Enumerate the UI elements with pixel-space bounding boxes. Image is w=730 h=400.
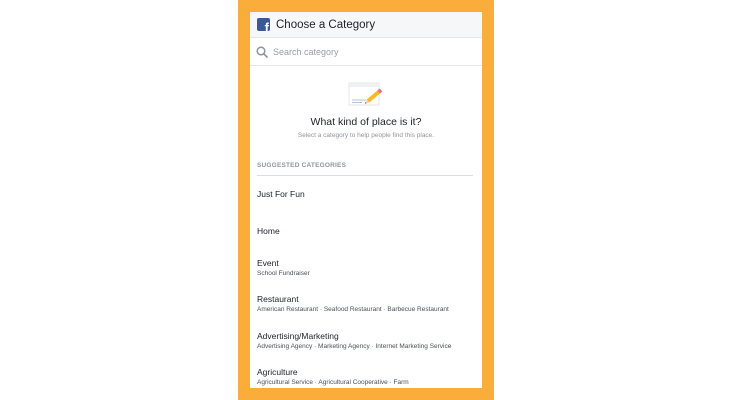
search-icon [256,45,268,58]
divider [257,175,473,176]
category-name: Restaurant [257,294,299,304]
section-label: SUGGESTED CATEGORIES [257,162,347,169]
category-subcategories: American Restaurant · Seafood Restaurant… [257,306,449,313]
category-item-home[interactable]: Home [257,226,475,236]
category-name: Event [257,258,279,268]
category-subcategories: School Fundraiser [257,270,310,277]
phone-screen: f Choose a Category Search category What… [250,12,482,388]
search-input[interactable] [273,46,463,57]
header-title: Choose a Category [276,18,376,31]
category-item-agriculture[interactable]: Agriculture Agricultural Service · Agric… [257,367,475,387]
hero-title: What kind of place is it? [310,116,422,128]
orange-frame: f Choose a Category Search category What… [238,0,494,400]
search-bar[interactable] [250,38,482,66]
category-item-just-for-fun[interactable]: Just For Fun [257,189,475,199]
app-header: f Choose a Category [250,12,482,38]
category-subcategories: Advertising Agency · Marketing Agency · … [257,343,452,350]
notepad-pencil-icon [348,82,383,106]
hero-illustration [250,81,482,112]
category-subcategories: Agricultural Service · Agricultural Coop… [257,379,409,386]
category-name: Advertising/Marketing [257,331,339,341]
category-name: Just For Fun [257,189,305,199]
category-name: Agriculture [257,367,298,377]
category-item-advertising-marketing[interactable]: Advertising/Marketing Advertising Agency… [257,331,475,351]
facebook-logo-glyph: f [264,20,269,31]
category-name: Home [257,226,280,236]
facebook-logo-icon: f [257,18,270,31]
hero-subtitle: Select a category to help people find th… [297,132,435,139]
category-item-restaurant[interactable]: Restaurant American Restaurant · Seafood… [257,294,475,314]
category-item-event[interactable]: Event School Fundraiser [257,258,475,278]
page: f Choose a Category Search category What… [0,0,730,400]
